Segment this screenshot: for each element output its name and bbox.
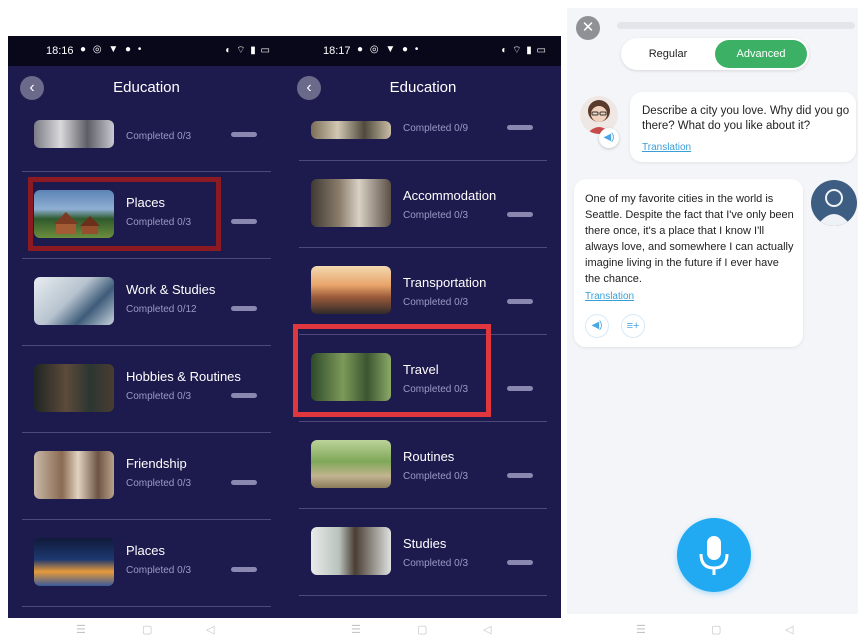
list-item-progress: Completed 0/3 <box>126 391 192 402</box>
status-notification-icons: ● ◎ ▼ ● • <box>357 44 421 55</box>
speaker-icon[interactable]: ◀) <box>599 128 619 148</box>
list-item-title: Accommodation <box>403 188 497 203</box>
lesson-thumbnail <box>34 120 114 148</box>
list-item-progress: Completed 0/3 <box>403 210 469 221</box>
tutor-message-bubble: Describe a city you love. Why did you go… <box>630 92 856 162</box>
list-item[interactable]: Completed 0/9 <box>299 73 547 161</box>
list-item-progress: Completed 0/3 <box>126 565 192 576</box>
list-item[interactable]: Friendship Completed 0/3 <box>22 432 271 520</box>
progress-pill <box>231 480 257 485</box>
status-bar: 18:17 ● ◎ ▼ ● • ◐ ⌔ ▮ ▭ <box>285 36 561 66</box>
list-item-progress: Completed 0/3 <box>403 297 469 308</box>
mode-toggle[interactable]: Regular Advanced <box>621 38 809 70</box>
progress-pill <box>231 393 257 398</box>
lesson-thumbnail <box>311 121 391 139</box>
list-item[interactable]: Hobbies & Routines Completed 0/3 <box>22 345 271 433</box>
back-nav-icon[interactable]: ◁ <box>785 623 793 636</box>
list-item[interactable]: Routines Completed 0/3 <box>299 421 547 509</box>
list-item-progress: Completed 0/12 <box>126 304 197 315</box>
list-item[interactable]: Work & Studies Completed 0/12 <box>22 258 271 346</box>
list-item-title: Places <box>126 543 166 558</box>
playlist-add-icon[interactable]: ≡+ <box>621 314 645 338</box>
list-item-title: Friendship <box>126 456 187 471</box>
lesson-thumbnail <box>34 538 114 586</box>
user-avatar-icon <box>811 180 857 226</box>
android-nav-bar: ☰ ▢ ◁ <box>285 622 565 639</box>
lesson-thumbnail <box>34 451 114 499</box>
status-time: 18:17 <box>323 45 351 57</box>
user-message-bubble: One of my favorite cities in the world i… <box>574 179 803 347</box>
recents-icon[interactable]: ☰ <box>351 623 361 636</box>
home-icon[interactable]: ▢ <box>711 623 721 636</box>
lesson-thumbnail <box>311 527 391 575</box>
list-item-progress: Completed 0/3 <box>403 558 469 569</box>
progress-pill <box>507 125 533 130</box>
list-item-title: Work & Studies <box>126 282 216 297</box>
home-icon[interactable]: ▢ <box>417 623 427 636</box>
progress-pill <box>231 567 257 572</box>
list-item-title: Transportation <box>403 275 487 290</box>
speaker-icon[interactable]: ◀) <box>585 314 609 338</box>
progress-bar <box>617 22 855 29</box>
back-nav-icon[interactable]: ◁ <box>483 623 491 636</box>
list-item-progress: Completed 0/3 <box>403 471 469 482</box>
progress-pill <box>507 212 533 217</box>
list-item-title: Routines <box>403 449 455 464</box>
translation-link[interactable]: Translation <box>642 142 691 153</box>
lesson-thumbnail <box>34 364 114 412</box>
progress-pill <box>507 560 533 565</box>
highlight-box-travel <box>293 324 491 417</box>
lesson-thumbnail <box>311 440 391 488</box>
progress-pill <box>507 299 533 304</box>
user-answer-text: One of my favorite cities in the world i… <box>585 193 794 285</box>
home-icon[interactable]: ▢ <box>142 623 152 636</box>
progress-pill <box>507 473 533 478</box>
progress-pill <box>507 386 533 391</box>
list-item-title: Hobbies & Routines <box>126 369 241 384</box>
list-item[interactable]: Accommodation Completed 0/3 <box>299 160 547 248</box>
status-system-icons: ◐ ⌔ ▮ ▭ <box>225 45 271 56</box>
mode-regular-tab[interactable]: Regular <box>621 38 715 70</box>
status-time: 18:16 <box>46 45 74 57</box>
android-nav-bar: ☰ ▢ ◁ <box>8 622 288 639</box>
translation-link[interactable]: Translation <box>585 291 634 302</box>
mode-advanced-tab[interactable]: Advanced <box>715 40 807 68</box>
tutor-prompt-text: Describe a city you love. Why did you go… <box>642 105 850 132</box>
microphone-button[interactable] <box>677 518 751 592</box>
lesson-thumbnail <box>311 266 391 314</box>
progress-pill <box>231 219 257 224</box>
status-notification-icons: ● ◎ ▼ ● • <box>80 44 144 55</box>
speaking-practice-screen: ✕ Regular Advanced ◀) Describe a city yo… <box>567 8 858 614</box>
android-nav-bar: ☰ ▢ ◁ <box>567 622 858 639</box>
progress-pill <box>231 132 257 137</box>
list-item[interactable]: Places Completed 0/3 <box>22 519 271 607</box>
recents-icon[interactable]: ☰ <box>76 623 86 636</box>
close-icon[interactable]: ✕ <box>576 16 600 40</box>
list-item[interactable]: Studies Completed 0/3 <box>299 508 547 596</box>
list-item-progress: Completed 0/9 <box>403 123 469 134</box>
lesson-thumbnail <box>311 179 391 227</box>
phone-screen-left: 18:16 ● ◎ ▼ ● • ◐ ⌔ ▮ ▭ ‹ Education Comp… <box>8 36 285 618</box>
list-item-title: Studies <box>403 536 447 551</box>
list-item[interactable]: Completed 0/3 <box>22 84 271 172</box>
recents-icon[interactable]: ☰ <box>636 623 646 636</box>
progress-pill <box>231 306 257 311</box>
list-item-progress: Completed 0/3 <box>126 478 192 489</box>
status-system-icons: ◐ ⌔ ▮ ▭ <box>501 45 547 56</box>
list-item-progress: Completed 0/3 <box>126 131 192 142</box>
lesson-thumbnail <box>34 277 114 325</box>
highlight-box-places <box>28 177 221 251</box>
back-nav-icon[interactable]: ◁ <box>206 623 214 636</box>
status-bar: 18:16 ● ◎ ▼ ● • ◐ ⌔ ▮ ▭ <box>8 36 285 66</box>
list-item[interactable]: Transportation Completed 0/3 <box>299 247 547 335</box>
microphone-icon <box>699 536 729 575</box>
